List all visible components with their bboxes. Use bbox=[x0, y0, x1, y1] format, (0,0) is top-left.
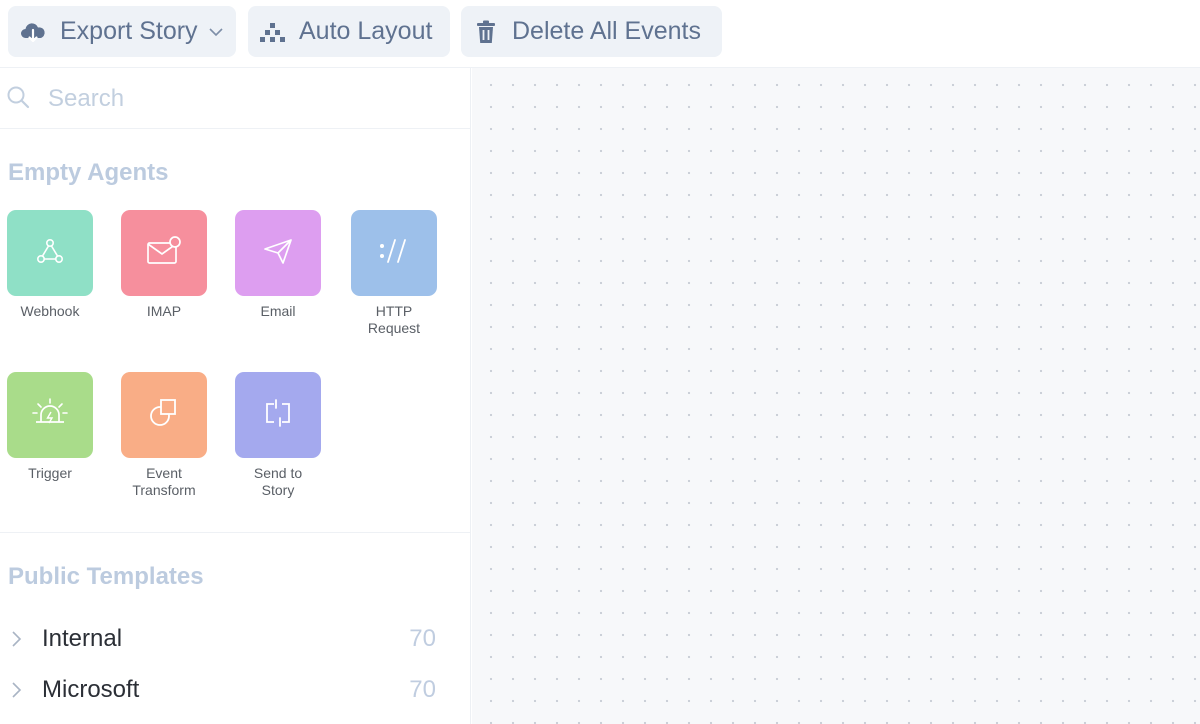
agent-label: Trigger bbox=[28, 465, 72, 481]
delete-all-events-label: Delete All Events bbox=[512, 17, 701, 45]
chevron-down-icon bbox=[208, 27, 224, 37]
agent-webhook[interactable]: Webhook bbox=[5, 210, 95, 320]
agent-label: Email bbox=[260, 303, 296, 319]
agent-event-transform[interactable]: Event Transform bbox=[119, 372, 209, 499]
agent-tile bbox=[7, 210, 93, 296]
agent-http-request[interactable]: HTTP Request bbox=[348, 210, 440, 337]
agent-label: Event Transform bbox=[132, 465, 196, 498]
shapes-icon bbox=[146, 395, 182, 436]
webhook-icon bbox=[33, 234, 67, 273]
template-count: 70 bbox=[409, 625, 436, 652]
search-icon bbox=[6, 85, 32, 116]
paper-plane-icon bbox=[261, 234, 295, 273]
export-story-button[interactable]: Export Story bbox=[8, 6, 236, 57]
trash-icon bbox=[473, 20, 499, 44]
search-bar bbox=[0, 68, 470, 129]
agent-imap[interactable]: IMAP bbox=[119, 210, 209, 320]
sidebar: Empty Agents Webhook bbox=[0, 68, 471, 724]
chevron-right-icon bbox=[10, 681, 24, 704]
toolbar: Export Story Auto Layout Delete All Even… bbox=[0, 0, 1200, 68]
agent-tile bbox=[235, 372, 321, 458]
template-row-internal[interactable]: Internal 70 bbox=[0, 617, 470, 661]
chevron-right-icon bbox=[10, 630, 24, 653]
empty-agents-heading: Empty Agents bbox=[8, 159, 169, 186]
agent-tile bbox=[7, 372, 93, 458]
agent-label: IMAP bbox=[146, 303, 182, 319]
auto-layout-button[interactable]: Auto Layout bbox=[248, 6, 450, 57]
agent-label: Webhook bbox=[20, 303, 80, 319]
template-name: Microsoft bbox=[42, 676, 140, 703]
agent-label: HTTP Request bbox=[367, 303, 421, 336]
agent-tile bbox=[121, 372, 207, 458]
cloud-download-icon bbox=[20, 21, 46, 43]
export-story-label: Export Story bbox=[60, 17, 198, 45]
template-row-microsoft[interactable]: Microsoft 70 bbox=[0, 668, 470, 712]
story-canvas[interactable] bbox=[472, 68, 1200, 724]
public-templates-heading: Public Templates bbox=[8, 563, 204, 590]
siren-icon bbox=[31, 396, 69, 435]
agent-tile bbox=[121, 210, 207, 296]
agent-email[interactable]: Email bbox=[233, 210, 323, 320]
loop-arrows-icon bbox=[260, 395, 296, 436]
agent-send-to-story[interactable]: Send to Story bbox=[233, 372, 323, 499]
auto-layout-label: Auto Layout bbox=[299, 17, 433, 45]
template-count: 70 bbox=[409, 676, 436, 703]
agent-tile bbox=[351, 210, 437, 296]
section-divider bbox=[0, 532, 470, 533]
delete-all-events-button[interactable]: Delete All Events bbox=[461, 6, 722, 57]
agent-tile bbox=[235, 210, 321, 296]
url-slashes-icon bbox=[376, 234, 412, 273]
agent-label: Send to Story bbox=[253, 465, 303, 498]
agent-trigger[interactable]: Trigger bbox=[5, 372, 95, 482]
mail-notification-icon bbox=[144, 234, 184, 273]
search-input[interactable] bbox=[48, 82, 448, 116]
hierarchy-icon bbox=[260, 21, 286, 43]
template-name: Internal bbox=[42, 625, 123, 652]
